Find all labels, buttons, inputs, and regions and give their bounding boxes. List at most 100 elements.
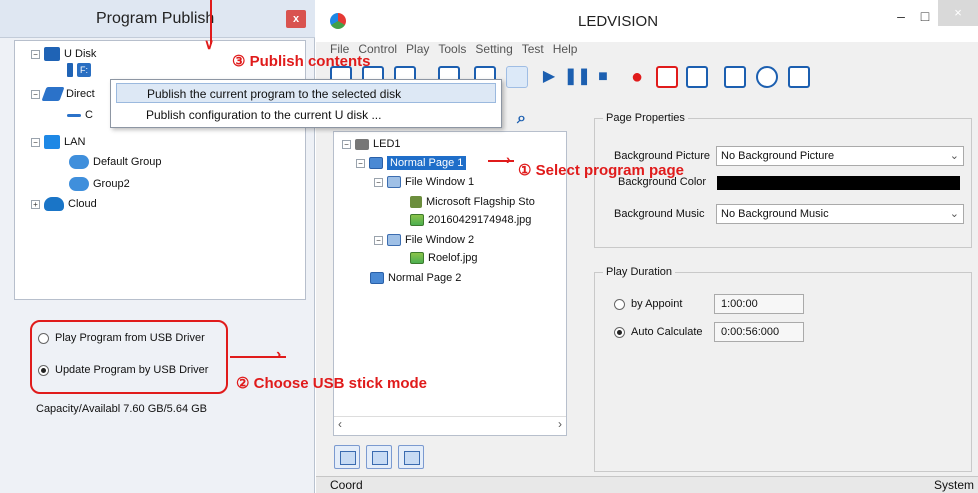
collapse-icon[interactable]: − bbox=[31, 49, 40, 59]
menu-item-publish-program[interactable]: Publish the current program to the selec… bbox=[116, 83, 496, 103]
expand-icon[interactable]: + bbox=[31, 199, 40, 209]
collapse-icon[interactable]: − bbox=[31, 89, 40, 99]
menu-bar: File Control Play Tools Setting Test Hel… bbox=[316, 42, 978, 60]
file-icon bbox=[410, 196, 422, 208]
network-icon bbox=[44, 135, 60, 149]
group-title: Page Properties bbox=[603, 112, 688, 124]
add-page-button[interactable] bbox=[334, 445, 360, 469]
edit-icon[interactable] bbox=[506, 66, 528, 88]
tree-item-file-window-2[interactable]: − File Window 2 bbox=[374, 234, 474, 246]
tree-label: Roelof.jpg bbox=[428, 252, 478, 264]
tree-item-direct-child[interactable]: C bbox=[67, 109, 93, 121]
add-item-button[interactable] bbox=[398, 445, 424, 469]
add-window-button[interactable] bbox=[366, 445, 392, 469]
panel-title-bar: Program Publish x bbox=[0, 0, 315, 38]
tree-label: C bbox=[85, 109, 93, 121]
tree-item-cloud[interactable]: + Cloud bbox=[31, 197, 97, 211]
tree-item-media-3[interactable]: Roelof.jpg bbox=[410, 252, 478, 264]
group-icon bbox=[69, 177, 89, 191]
tree-item-udisk-drive[interactable]: F: bbox=[67, 63, 91, 77]
minimize-button[interactable]: – bbox=[890, 8, 912, 24]
radio-button[interactable] bbox=[38, 364, 49, 376]
settings-icon[interactable] bbox=[724, 66, 746, 88]
auto-calculate-option[interactable]: Auto Calculate bbox=[614, 326, 703, 338]
tree-label: LAN bbox=[64, 136, 86, 148]
drive-icon bbox=[67, 63, 73, 77]
close-icon[interactable]: x bbox=[286, 10, 306, 28]
tree-label: Default Group bbox=[93, 156, 162, 168]
record-icon[interactable]: ● bbox=[626, 66, 648, 88]
select-value: No Background Music bbox=[721, 208, 829, 220]
image-icon bbox=[410, 214, 424, 226]
scroll-left-icon[interactable]: ‹ bbox=[338, 417, 342, 432]
tree-item-udisk[interactable]: − U Disk bbox=[31, 47, 96, 61]
collapse-icon[interactable]: − bbox=[374, 235, 383, 245]
tree-item-led1[interactable]: − LED1 bbox=[342, 138, 401, 150]
tree-item-file-window-1[interactable]: − File Window 1 bbox=[374, 176, 474, 188]
tree-label: File Window 1 bbox=[405, 176, 475, 188]
tree-item-lan[interactable]: − LAN bbox=[31, 135, 85, 149]
window-icon bbox=[387, 176, 401, 188]
menu-item-publish-config[interactable]: Publish configuration to the current U d… bbox=[116, 105, 496, 125]
menu-help[interactable]: Help bbox=[553, 42, 578, 60]
cable-icon bbox=[41, 87, 65, 101]
pause-icon[interactable]: ❚❚ bbox=[564, 66, 591, 88]
radio-button[interactable] bbox=[614, 326, 625, 338]
collapse-icon[interactable]: − bbox=[356, 158, 365, 168]
tree-item-direct[interactable]: − Direct bbox=[31, 87, 95, 101]
menu-tools[interactable]: Tools bbox=[438, 42, 466, 60]
update-by-usb-option[interactable]: Update Program by USB Driver bbox=[38, 364, 208, 376]
bg-color-swatch[interactable] bbox=[717, 176, 960, 190]
status-system: System bbox=[934, 478, 975, 492]
menu-play[interactable]: Play bbox=[406, 42, 429, 60]
program-publish-panel: Program Publish x − U Disk F: − Direct C… bbox=[0, 0, 315, 493]
by-appoint-field[interactable]: 1:00:00 bbox=[714, 294, 804, 314]
publish-context-menu: Publish the current program to the selec… bbox=[110, 79, 502, 128]
search-icon[interactable]: ⌕ bbox=[517, 110, 526, 128]
tree-item-normal-page-2[interactable]: Normal Page 2 bbox=[370, 272, 461, 284]
cloud-upload-icon[interactable] bbox=[788, 66, 810, 88]
tree-item-media-1[interactable]: Microsoft Flagship Sto bbox=[410, 196, 535, 208]
app-logo-icon bbox=[330, 13, 346, 29]
window-title: LEDVISION bbox=[578, 13, 659, 30]
horizontal-scrollbar[interactable]: ‹ › bbox=[334, 416, 566, 432]
radio-label: Auto Calculate bbox=[631, 326, 703, 338]
tree-item-default-group[interactable]: Default Group bbox=[69, 155, 161, 169]
publish-icon[interactable] bbox=[656, 66, 678, 88]
bg-music-select[interactable]: No Background Music ⌄ bbox=[716, 204, 964, 224]
shield-icon[interactable] bbox=[756, 66, 778, 88]
tree-label: Microsoft Flagship Sto bbox=[426, 196, 535, 208]
collapse-icon[interactable]: − bbox=[31, 137, 40, 147]
cloud-icon bbox=[44, 197, 64, 211]
radio-button[interactable] bbox=[614, 298, 625, 310]
by-appoint-option[interactable]: by Appoint bbox=[614, 298, 682, 310]
tree-item-media-2[interactable]: 20160429174948.jpg bbox=[410, 214, 531, 226]
bg-picture-select[interactable]: No Background Picture ⌄ bbox=[716, 146, 964, 166]
scroll-right-icon[interactable]: › bbox=[558, 417, 562, 432]
radio-button[interactable] bbox=[38, 332, 49, 344]
close-button[interactable]: × bbox=[938, 0, 978, 26]
maximize-button[interactable]: □ bbox=[914, 8, 936, 24]
capacity-text: Capacity/Availabl 7.60 GB/5.64 GB bbox=[36, 403, 208, 415]
status-coord: Coord bbox=[330, 478, 363, 492]
bg-music-label: Background Music bbox=[614, 208, 705, 220]
ledvision-window: LEDVISION – □ × File Control Play Tools … bbox=[316, 0, 978, 493]
tree-item-normal-page-1[interactable]: − Normal Page 1 bbox=[356, 156, 467, 170]
annotation-step2: ② Choose USB stick mode bbox=[236, 375, 427, 392]
status-bar: Coord System bbox=[316, 476, 978, 493]
arrow-right-icon: › bbox=[276, 346, 282, 363]
radio-label: by Appoint bbox=[631, 298, 683, 310]
play-icon[interactable]: ▶ bbox=[538, 66, 560, 88]
collapse-icon[interactable]: − bbox=[342, 139, 351, 149]
play-from-usb-option[interactable]: Play Program from USB Driver bbox=[38, 332, 205, 344]
send-icon[interactable] bbox=[686, 66, 708, 88]
collapse-icon[interactable]: − bbox=[374, 177, 383, 187]
menu-test[interactable]: Test bbox=[522, 42, 544, 60]
tree-label: Direct bbox=[66, 88, 95, 100]
tree-label: Cloud bbox=[68, 198, 97, 210]
tree-item-group2[interactable]: Group2 bbox=[69, 177, 130, 191]
menu-setting[interactable]: Setting bbox=[475, 42, 512, 60]
group-icon bbox=[69, 155, 89, 169]
stop-icon[interactable]: ■ bbox=[592, 66, 614, 88]
window-icon bbox=[387, 234, 401, 246]
